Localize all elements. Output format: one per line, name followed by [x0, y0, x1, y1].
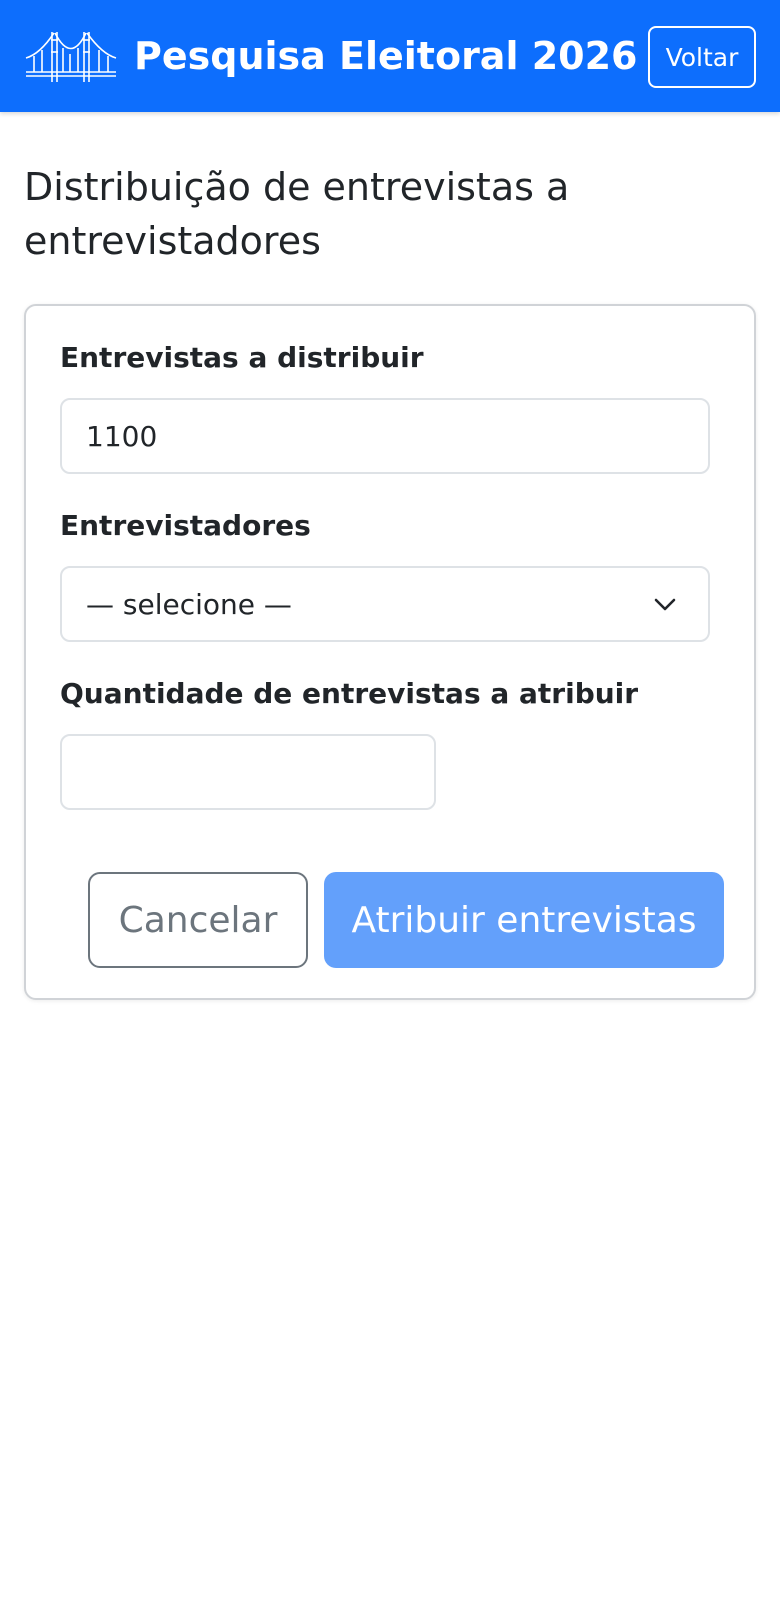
bridge-logo-icon — [25, 32, 117, 82]
assign-interviews-button[interactable]: Atribuir entrevistas — [324, 872, 724, 968]
chevron-down-icon — [654, 598, 676, 611]
distribution-form-card: Entrevistas a distribuir 1100 Entrevista… — [24, 304, 756, 1000]
quantity-input[interactable] — [60, 734, 436, 810]
app-title: Pesquisa Eleitoral 2026 — [134, 34, 638, 78]
interviews-to-distribute-field[interactable]: 1100 — [60, 398, 710, 474]
interviewers-select[interactable]: — selecione — — [60, 566, 710, 642]
interviews-to-distribute-label: Entrevistas a distribuir — [60, 341, 424, 374]
top-navbar: Pesquisa Eleitoral 2026 Voltar — [0, 0, 780, 112]
cancel-button[interactable]: Cancelar — [88, 872, 308, 968]
page-title: Distribuição de entrevistas a entrevista… — [24, 165, 570, 263]
back-button[interactable]: Voltar — [648, 26, 756, 88]
interviewers-label: Entrevistadores — [60, 509, 311, 542]
interviews-to-distribute-value: 1100 — [86, 419, 158, 453]
interviewers-selected-value: — selecione — — [86, 587, 292, 621]
quantity-label: Quantidade de entrevistas a atribuir — [60, 677, 639, 710]
